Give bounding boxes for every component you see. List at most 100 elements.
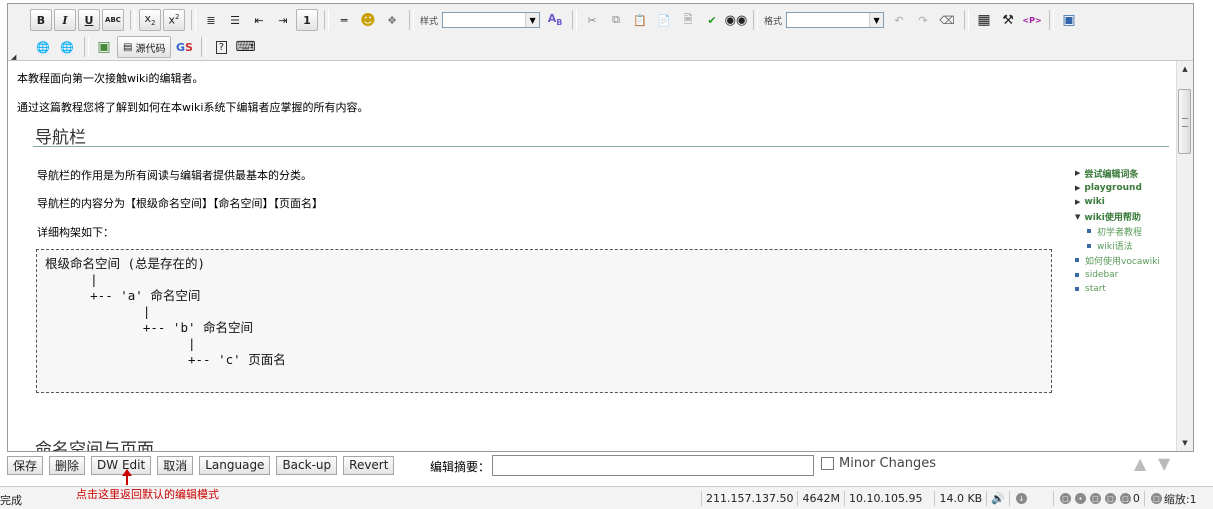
cancel-button[interactable]: 取消 bbox=[157, 455, 194, 475]
italic-button[interactable]: I bbox=[54, 9, 76, 31]
toolbar-row-1: B I U ABC x2 x2 ≣ ☰ ⇤ ⇥ 1 ═ ☻ ❖ 样式 ▼ AB … bbox=[30, 8, 1082, 32]
paragraph-3: 详细构架如下： bbox=[37, 226, 114, 239]
format-label: 格式 bbox=[764, 16, 783, 27]
language-button[interactable]: Language bbox=[199, 455, 271, 475]
summary-input[interactable] bbox=[492, 455, 814, 476]
outdent-icon[interactable]: ⇤ bbox=[248, 9, 270, 31]
status-circle-icon[interactable]: • bbox=[1074, 493, 1086, 504]
minor-changes-toggle[interactable]: Minor Changes bbox=[821, 456, 936, 471]
save-button[interactable]: 保存 bbox=[7, 455, 44, 475]
zoom-control[interactable]: □ 缩放:1 bbox=[1143, 491, 1201, 506]
status-ip-1: 211.157.137.50 bbox=[701, 491, 797, 506]
toc-item-label: 如何使用vocawiki bbox=[1085, 256, 1160, 267]
toc-item[interactable]: ▼ wiki使用帮助 bbox=[1075, 210, 1160, 225]
indent-icon[interactable]: ⇥ bbox=[272, 9, 294, 31]
help-icon[interactable]: ? bbox=[210, 36, 232, 58]
toc-item-label: wiki使用帮助 bbox=[1084, 213, 1141, 224]
find-icon[interactable]: ◉◉ bbox=[725, 9, 748, 31]
toc-item[interactable]: wiki语法 bbox=[1075, 239, 1160, 254]
code-block: 根级命名空间 (总是存在的) | +-- 'a' 命名空间 | +-- 'b' … bbox=[36, 249, 1052, 393]
subscript-button[interactable]: x2 bbox=[139, 9, 161, 31]
minor-changes-label: Minor Changes bbox=[839, 456, 937, 471]
status-circle-icon[interactable]: □ bbox=[1089, 493, 1101, 504]
speaker-icon[interactable]: 🔊 bbox=[986, 491, 1009, 506]
strikethrough-button[interactable]: ABC bbox=[102, 9, 124, 31]
smiley-icon[interactable]: ☻ bbox=[357, 9, 379, 31]
zoom-label: 缩放:1 bbox=[1163, 492, 1197, 506]
toc-item[interactable]: start bbox=[1075, 282, 1160, 297]
status-size: 14.0 KB bbox=[934, 491, 986, 506]
geshi-icon[interactable]: GS bbox=[173, 36, 195, 58]
collapse-toolbar-icon[interactable]: ◢ bbox=[11, 53, 16, 61]
horizontal-rule-icon[interactable]: ═ bbox=[333, 9, 355, 31]
toolbar-separator bbox=[324, 10, 329, 30]
status-icons: □ • □ □ □ 0 bbox=[1052, 491, 1144, 506]
status-ip-2: 10.10.105.95 bbox=[843, 491, 926, 506]
paste-word-icon[interactable]: 🗎 bbox=[677, 9, 699, 31]
toc-item-label: start bbox=[1085, 284, 1106, 295]
unordered-list-icon[interactable]: ☰ bbox=[224, 9, 246, 31]
toc-item[interactable]: ▶ playground bbox=[1075, 181, 1160, 196]
undo-icon[interactable]: ↶ bbox=[888, 9, 910, 31]
maximize-icon[interactable]: ▣ bbox=[1058, 9, 1080, 31]
style-label: 样式 bbox=[420, 16, 439, 27]
bold-button[interactable]: B bbox=[30, 9, 52, 31]
toolbar-separator bbox=[572, 10, 578, 30]
toc-item[interactable]: 初学者教程 bbox=[1075, 224, 1160, 239]
revert-button[interactable]: Revert bbox=[343, 455, 395, 475]
format-select[interactable]: ▼ bbox=[786, 12, 885, 28]
expand-icon: ▶ bbox=[1075, 198, 1081, 207]
intro-paragraph-2: 通过这篇教程您将了解到如何在本wiki系统下编辑者应掌握的所有内容。 bbox=[17, 101, 369, 114]
toc-item-label: 尝试编辑词条 bbox=[1084, 169, 1139, 180]
source-code-label: 源代码 bbox=[135, 43, 166, 55]
paste-icon[interactable]: 📋 bbox=[629, 9, 651, 31]
bullet-icon bbox=[1075, 272, 1079, 277]
toolbar-separator bbox=[1049, 10, 1055, 30]
status-circle-icon[interactable]: □ bbox=[1119, 493, 1131, 504]
status-circle-icon[interactable]: □ bbox=[1104, 493, 1116, 504]
tools-icon[interactable]: ⚒ bbox=[997, 9, 1019, 31]
link-icon[interactable]: 🌐 bbox=[32, 36, 54, 58]
paste-text-icon[interactable]: 📄 bbox=[653, 9, 675, 31]
cut-icon[interactable]: ✂ bbox=[581, 9, 603, 31]
copy-icon[interactable]: ⧉ bbox=[605, 9, 627, 31]
arrow-down-icon[interactable]: ▼ bbox=[1158, 456, 1178, 472]
minor-changes-checkbox[interactable] bbox=[821, 457, 834, 470]
eraser-icon[interactable]: ⌫ bbox=[936, 9, 958, 31]
toolbar-separator bbox=[409, 10, 414, 30]
redo-icon[interactable]: ↷ bbox=[912, 9, 934, 31]
special-char-icon[interactable]: ❖ bbox=[381, 9, 403, 31]
html-tag-icon[interactable]: <P> bbox=[1021, 9, 1043, 31]
toolbar-separator bbox=[964, 10, 970, 30]
table-icon[interactable]: ▦ bbox=[973, 9, 995, 31]
superscript-button[interactable]: x2 bbox=[163, 9, 185, 31]
scroll-thumb[interactable] bbox=[1178, 89, 1191, 154]
style-select[interactable]: ▼ bbox=[442, 12, 541, 28]
arrow-up-icon[interactable]: ▲ bbox=[1134, 456, 1154, 472]
spellcheck-icon[interactable]: ✔ bbox=[701, 9, 723, 31]
source-code-button[interactable]: ▤ 源代码 bbox=[117, 36, 172, 58]
editor-content[interactable]: 本教程面向第一次接触wiki的编辑者。 通过这篇教程您将了解到如何在本wiki系… bbox=[8, 61, 1177, 451]
toc-item-label: wiki语法 bbox=[1097, 242, 1133, 253]
toc-item[interactable]: ▶ 尝试编辑词条 bbox=[1075, 166, 1160, 181]
toc-item[interactable]: sidebar bbox=[1075, 268, 1160, 283]
image-icon[interactable]: ▣ bbox=[93, 36, 115, 58]
vertical-scrollbar[interactable]: ▲ ▼ bbox=[1176, 61, 1193, 451]
ordered-list-icon[interactable]: ≣ bbox=[200, 9, 222, 31]
delete-button[interactable]: 删除 bbox=[49, 455, 86, 475]
status-info: 211.157.137.50 4642M 10.10.105.95 14.0 K… bbox=[701, 490, 1201, 507]
unlink-icon[interactable]: 🌐 bbox=[56, 36, 78, 58]
toc-item[interactable]: ▶ wiki bbox=[1075, 195, 1160, 210]
keyboard-icon[interactable]: ⌨ bbox=[234, 36, 256, 58]
status-circle-icon[interactable]: □ bbox=[1059, 493, 1071, 504]
paragraph-2: 导航栏的内容分为【根级命名空间】【命名空间】【页面名】 bbox=[37, 197, 323, 210]
scroll-down-icon[interactable]: ▼ bbox=[1177, 435, 1193, 451]
toolbar-separator bbox=[84, 37, 89, 57]
scroll-up-icon[interactable]: ▲ bbox=[1177, 61, 1193, 77]
download-icon[interactable]: ↓ bbox=[1008, 491, 1033, 506]
backup-button[interactable]: Back-up bbox=[276, 455, 338, 475]
heading-button[interactable]: 1 bbox=[296, 9, 318, 31]
toc-item[interactable]: 如何使用vocawiki bbox=[1075, 253, 1160, 268]
text-color-icon[interactable]: AB bbox=[544, 9, 566, 31]
underline-button[interactable]: U bbox=[78, 9, 100, 31]
